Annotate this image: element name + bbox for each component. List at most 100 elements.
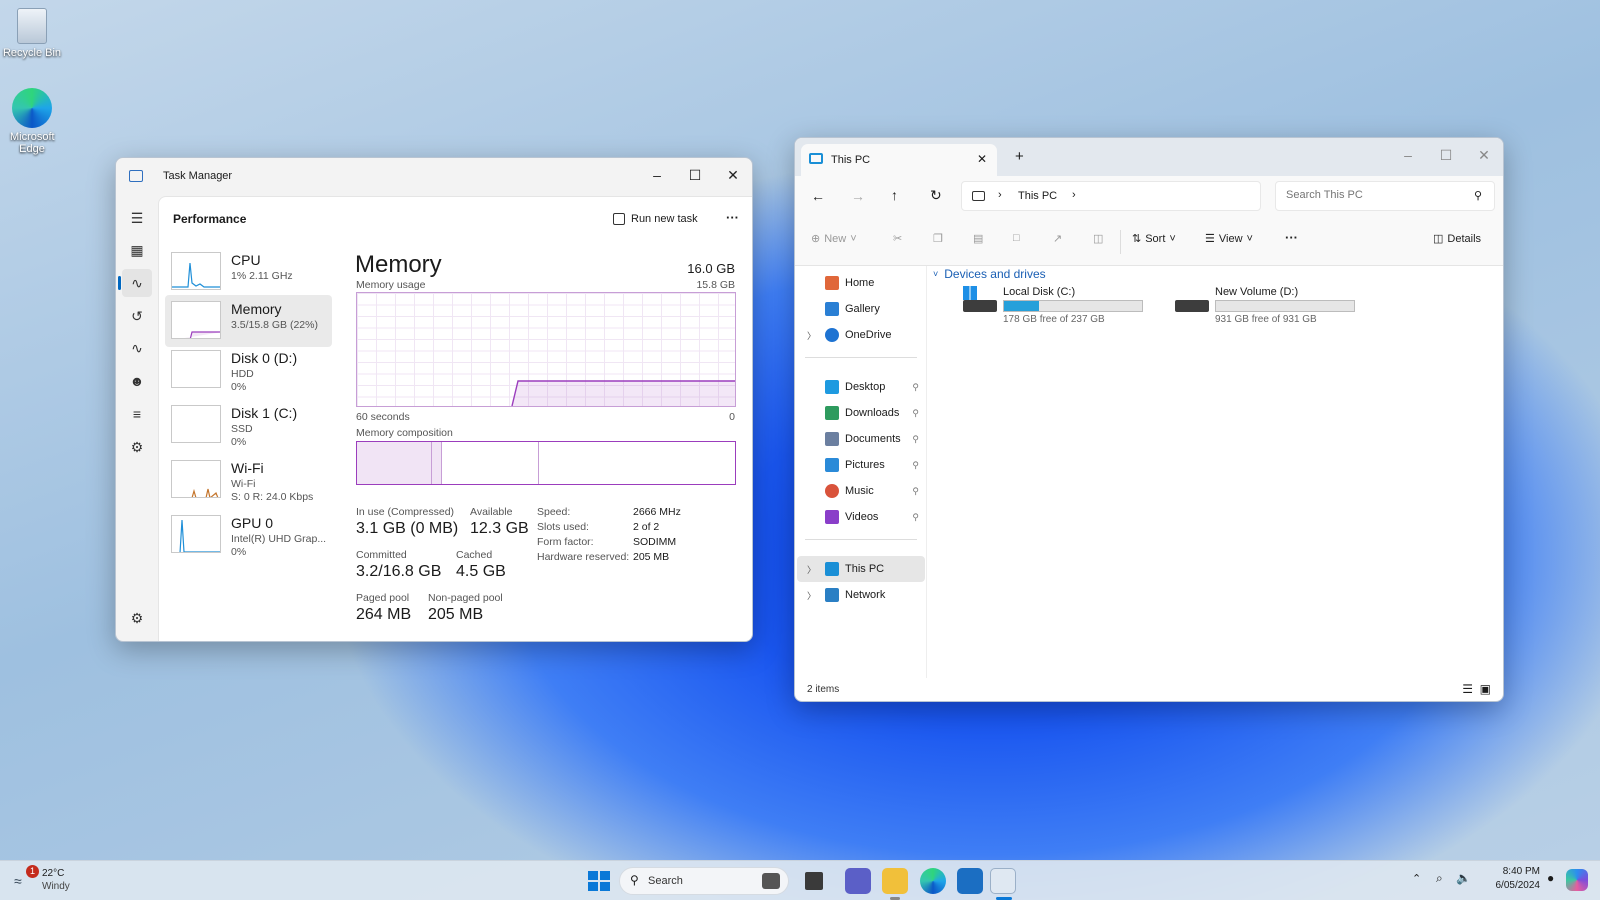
- drive-d[interactable]: New Volume (D:) 931 GB free of 931 GB: [1175, 286, 1375, 326]
- task-manager-taskbar-icon[interactable]: [990, 868, 1016, 894]
- address-bar[interactable]: › This PC ›: [961, 181, 1261, 211]
- users-icon[interactable]: ☻: [122, 367, 152, 395]
- chevron-right-icon[interactable]: 〉: [807, 329, 816, 342]
- maximize-button[interactable]: ☐: [1427, 138, 1465, 172]
- wifi-icon[interactable]: ⌕: [1436, 871, 1443, 886]
- nav-item-music[interactable]: Music ⚲: [797, 478, 925, 504]
- paste-button[interactable]: ▤: [973, 232, 983, 245]
- details-icon[interactable]: ≡: [122, 400, 152, 428]
- pin-icon[interactable]: ⚲: [912, 382, 919, 393]
- breadcrumb[interactable]: This PC: [1018, 190, 1057, 202]
- more-options-button[interactable]: ···: [726, 210, 739, 225]
- start-button[interactable]: [585, 868, 611, 894]
- taskbar-search[interactable]: ⚲ Search: [619, 867, 789, 895]
- detail-key: Speed:: [537, 506, 571, 518]
- pin-icon[interactable]: ⚲: [912, 408, 919, 419]
- detail-key: Hardware reserved:: [537, 551, 630, 563]
- forward-button[interactable]: →: [851, 188, 865, 204]
- teams-icon[interactable]: [845, 868, 871, 894]
- edge-icon[interactable]: [920, 868, 946, 894]
- minimize-button[interactable]: –: [638, 158, 676, 192]
- minimize-button[interactable]: –: [1389, 138, 1427, 172]
- close-tab-icon[interactable]: ✕: [977, 152, 987, 166]
- recycle-bin-desktop-icon[interactable]: Recycle Bin: [0, 8, 64, 59]
- rename-button[interactable]: □: [1013, 232, 1020, 244]
- more-options-button[interactable]: ···: [1285, 230, 1298, 245]
- volume-icon[interactable]: 🔈: [1456, 871, 1471, 885]
- perf-item-gpu[interactable]: GPU 0 Intel(R) UHD Grap... 0%: [165, 509, 332, 561]
- maximize-button[interactable]: ☐: [676, 158, 714, 192]
- close-button[interactable]: ✕: [1465, 138, 1503, 172]
- selection-indicator: [118, 276, 121, 290]
- nav-item-network[interactable]: 〉 Network: [797, 582, 925, 608]
- music-icon: [825, 484, 839, 498]
- perf-item-name: Disk 0 (D:): [231, 350, 298, 366]
- perf-item-wifi[interactable]: Wi-Fi Wi-Fi S: 0 R: 24.0 Kbps: [165, 454, 332, 506]
- show-hidden-icons-button[interactable]: ⌃: [1412, 872, 1421, 885]
- performance-icon[interactable]: ∿: [122, 269, 152, 297]
- perf-item-cpu[interactable]: CPU 1% 2.11 GHz: [165, 246, 332, 298]
- copy-button[interactable]: ❐: [933, 232, 943, 245]
- breadcrumb-chevron-icon[interactable]: ›: [1072, 189, 1076, 201]
- processes-icon[interactable]: ▦: [122, 236, 152, 264]
- nav-item-downloads[interactable]: Downloads ⚲: [797, 400, 925, 426]
- pin-icon[interactable]: ⚲: [912, 512, 919, 523]
- cut-button[interactable]: ✂: [893, 232, 902, 245]
- close-button[interactable]: ✕: [714, 158, 752, 192]
- drive-c[interactable]: Local Disk (C:) 178 GB free of 237 GB: [963, 286, 1163, 326]
- detail-value: 2 of 2: [633, 521, 660, 533]
- services-icon[interactable]: ⚙: [122, 433, 152, 461]
- edge-desktop-icon[interactable]: Microsoft Edge: [0, 88, 64, 155]
- back-button[interactable]: ←: [811, 188, 825, 204]
- app-history-icon[interactable]: ↺: [122, 302, 152, 330]
- sort-button[interactable]: ⇅ Sort ˅: [1132, 232, 1176, 246]
- pin-icon[interactable]: ⚲: [912, 434, 919, 445]
- perf-item-disk0[interactable]: Disk 0 (D:) HDD 0%: [165, 344, 332, 396]
- new-tab-button[interactable]: +: [1015, 148, 1024, 165]
- tab-bar[interactable]: This PC ✕ + – ☐ ✕: [795, 138, 1503, 176]
- perf-item-memory[interactable]: Memory 3.5/15.8 GB (22%): [165, 295, 332, 347]
- nav-item-documents[interactable]: Documents ⚲: [797, 426, 925, 452]
- search-input[interactable]: [1286, 189, 1466, 201]
- tiles-view-icon[interactable]: ▣: [1480, 682, 1491, 696]
- nav-item-videos[interactable]: Videos ⚲: [797, 504, 925, 530]
- task-view-button[interactable]: [805, 872, 823, 890]
- view-button[interactable]: ☰ View ˅: [1205, 232, 1253, 246]
- up-button[interactable]: ↑: [891, 187, 898, 203]
- devices-group-header[interactable]: ˅ Devices and drives: [933, 266, 1046, 282]
- search-box[interactable]: ⚲: [1275, 181, 1495, 211]
- file-explorer-icon[interactable]: [882, 868, 908, 894]
- pin-icon[interactable]: ⚲: [912, 460, 919, 471]
- in-use-segment: [357, 442, 432, 484]
- pin-icon[interactable]: ⚲: [912, 486, 919, 497]
- copilot-icon[interactable]: [1566, 869, 1588, 891]
- onedrive-icon: [825, 328, 839, 342]
- title-bar[interactable]: Task Manager – ☐ ✕: [116, 158, 752, 196]
- clock[interactable]: 8:40 PM 6/05/2024: [1478, 866, 1541, 891]
- nav-item-gallery[interactable]: Gallery: [797, 296, 925, 322]
- settings-icon[interactable]: ⚙: [122, 604, 152, 632]
- startup-apps-icon[interactable]: ∿: [122, 334, 152, 362]
- perf-item-disk1[interactable]: Disk 1 (C:) SSD 0%: [165, 399, 332, 451]
- chevron-right-icon[interactable]: 〉: [807, 563, 816, 576]
- weather-widget[interactable]: ≈ 1 22°C Windy: [14, 865, 84, 895]
- share-button[interactable]: ↗: [1053, 232, 1062, 245]
- window-title: Task Manager: [163, 170, 233, 182]
- chevron-right-icon[interactable]: 〉: [807, 589, 816, 602]
- run-new-task-button[interactable]: Run new task: [613, 206, 698, 232]
- new-button[interactable]: ⊕ New ˅: [811, 232, 857, 246]
- nav-item-desktop[interactable]: Desktop ⚲: [797, 374, 925, 400]
- delete-button[interactable]: ◫: [1093, 232, 1103, 245]
- refresh-button[interactable]: ↻: [930, 187, 942, 204]
- details-view-icon[interactable]: ☰: [1462, 682, 1473, 696]
- details-pane-button[interactable]: ◫ Details: [1433, 232, 1481, 246]
- notification-bell-icon[interactable]: ●: [1547, 871, 1554, 885]
- nav-item-this-pc[interactable]: 〉 This PC: [797, 556, 925, 582]
- store-icon[interactable]: [957, 868, 983, 894]
- nav-item-home[interactable]: Home: [797, 270, 925, 296]
- sort-icon: ⇅: [1132, 233, 1142, 245]
- tab-this-pc[interactable]: This PC ✕: [801, 144, 997, 176]
- nav-item-onedrive[interactable]: 〉 OneDrive: [797, 322, 925, 348]
- nav-item-pictures[interactable]: Pictures ⚲: [797, 452, 925, 478]
- hamburger-menu-icon[interactable]: ☰: [122, 204, 152, 232]
